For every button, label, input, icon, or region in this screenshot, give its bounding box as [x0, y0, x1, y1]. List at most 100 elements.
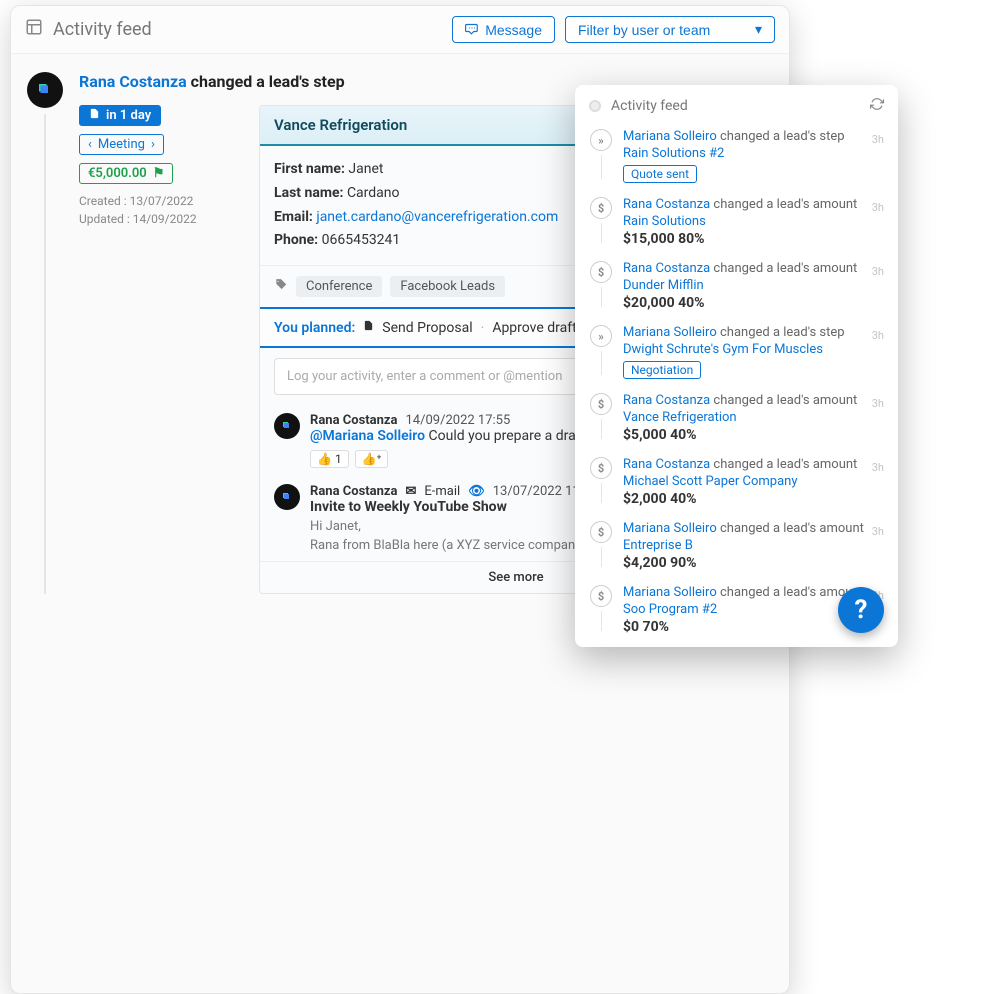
filter-label: Filter by user or team	[578, 22, 710, 38]
chevron-left-icon: ‹	[88, 137, 92, 152]
sidebar-title: Activity feed	[611, 98, 860, 114]
timeline-line	[601, 419, 602, 439]
first-name-value: Janet	[348, 161, 383, 177]
first-name-label: First name:	[274, 161, 345, 177]
feed-icon	[25, 18, 43, 41]
timeline-line	[601, 223, 602, 243]
help-button[interactable]: ?	[838, 587, 884, 633]
timeline-line	[44, 114, 46, 594]
feed-lead-link[interactable]: Rain Solutions	[623, 214, 884, 229]
eye-icon: 👁	[468, 484, 485, 499]
feed-item[interactable]: $ Mariana Solleiro changed a lead's amou…	[575, 511, 898, 575]
feed-user-link[interactable]: Mariana Solleiro	[623, 585, 717, 600]
node-column: $	[589, 393, 613, 443]
timeline-line	[601, 287, 602, 307]
add-reaction[interactable]: 👍⁺	[355, 450, 389, 468]
feed-user-link[interactable]: Rana Costanza	[623, 457, 710, 472]
feed-body: Rana Costanza changed a lead's amount Ra…	[623, 197, 884, 247]
mention-link[interactable]: @Mariana Solleiro	[310, 428, 425, 444]
feed-user-link[interactable]: Mariana Solleiro	[623, 521, 717, 536]
dollar-icon: $	[590, 197, 612, 219]
lead-user-link[interactable]: Rana Costanza	[79, 72, 187, 91]
feed-user-link[interactable]: Rana Costanza	[623, 261, 710, 276]
feed-action-text: changed a lead's step	[720, 129, 845, 144]
tag-facebook-leads[interactable]: Facebook Leads	[390, 276, 505, 297]
email-value[interactable]: janet.cardano@vancerefrigeration.com	[316, 209, 558, 225]
node-column: »	[589, 325, 613, 379]
node-column: »	[589, 129, 613, 183]
timeline-column	[27, 72, 63, 594]
step-icon: »	[590, 325, 612, 347]
planned-item-1[interactable]: Send Proposal	[382, 320, 472, 336]
feed-lead-link[interactable]: Michael Scott Paper Company	[623, 474, 884, 489]
timeline-start-node	[589, 100, 601, 112]
message-button[interactable]: Message	[452, 16, 555, 43]
feed-action-text: changed a lead's amount	[713, 197, 857, 212]
comment-author[interactable]: Rana Costanza	[310, 484, 398, 499]
last-name-label: Last name:	[274, 185, 343, 201]
feed-lead-link[interactable]: Entreprise B	[623, 538, 884, 553]
feed-body: Mariana Solleiro changed a lead's step D…	[623, 325, 884, 379]
feed-user-link[interactable]: Rana Costanza	[623, 197, 710, 212]
document-icon	[363, 319, 374, 336]
thumbs-up-reaction[interactable]: 👍 1	[310, 450, 349, 468]
comment-author[interactable]: Rana Costanza	[310, 413, 398, 428]
timeline-line	[601, 483, 602, 503]
feed-body: Mariana Solleiro changed a lead's step R…	[623, 129, 884, 183]
node-column: $	[589, 585, 613, 635]
feed-lead-link[interactable]: Dwight Schrute's Gym For Muscles	[623, 342, 884, 357]
amount-pill[interactable]: €5,000.00 ⚑	[79, 163, 173, 184]
amount-text: $4,200 90%	[623, 555, 884, 571]
amount-text: $5,000 40%	[623, 427, 884, 443]
email-label: Email:	[274, 209, 313, 225]
node-column: $	[589, 261, 613, 311]
phone-value: 0665453241	[322, 232, 401, 248]
meeting-pill[interactable]: ‹ Meeting ›	[79, 134, 164, 155]
feed-item[interactable]: » Mariana Solleiro changed a lead's step…	[575, 315, 898, 383]
document-icon	[89, 108, 100, 123]
flag-icon: ⚑	[153, 166, 165, 181]
feed-item[interactable]: $ Rana Costanza changed a lead's amount …	[575, 187, 898, 251]
tag-conference[interactable]: Conference	[296, 276, 382, 297]
comment-time: 14/09/2022 17:55	[406, 413, 511, 428]
dollar-icon: $	[590, 585, 612, 607]
activity-feed-header: Activity feed Message Filter by user or …	[11, 6, 789, 54]
node-column: $	[589, 197, 613, 247]
feed-user-link[interactable]: Rana Costanza	[623, 393, 710, 408]
dollar-icon: $	[590, 457, 612, 479]
due-label: in 1 day	[106, 108, 151, 123]
page-title: Activity feed	[53, 19, 442, 40]
comment-avatar[interactable]	[274, 484, 300, 510]
dollar-icon: $	[590, 261, 612, 283]
tag-icon	[274, 278, 288, 296]
feed-item[interactable]: $ Rana Costanza changed a lead's amount …	[575, 251, 898, 315]
feed-time: 3h	[872, 329, 884, 342]
feed-time: 3h	[872, 265, 884, 278]
filter-dropdown[interactable]: Filter by user or team ▾	[565, 16, 775, 43]
feed-action-text: changed a lead's amount	[713, 393, 857, 408]
feed-item[interactable]: $ Rana Costanza changed a lead's amount …	[575, 383, 898, 447]
node-column: $	[589, 521, 613, 571]
refresh-icon[interactable]	[870, 97, 884, 115]
dollar-icon: $	[590, 393, 612, 415]
amount-text: $2,000 40%	[623, 491, 884, 507]
feed-action-text: changed a lead's step	[720, 325, 845, 340]
feed-time: 3h	[872, 201, 884, 214]
comment-avatar[interactable]	[274, 413, 300, 439]
feed-lead-link[interactable]: Rain Solutions #2	[623, 146, 884, 161]
last-name-value: Cardano	[347, 185, 400, 201]
phone-label: Phone:	[274, 232, 318, 248]
feed-item[interactable]: $ Rana Costanza changed a lead's amount …	[575, 447, 898, 511]
user-avatar[interactable]	[27, 72, 63, 108]
chat-icon	[465, 21, 479, 38]
node-column: $	[589, 457, 613, 507]
feed-item[interactable]: » Mariana Solleiro changed a lead's step…	[575, 119, 898, 187]
feed-body: Mariana Solleiro changed a lead's amount…	[623, 521, 884, 571]
due-date-pill[interactable]: in 1 day	[79, 105, 161, 126]
feed-user-link[interactable]: Mariana Solleiro	[623, 129, 717, 144]
feed-lead-link[interactable]: Vance Refrigeration	[623, 410, 884, 425]
feed-action-text: changed a lead's amount	[713, 261, 857, 276]
feed-lead-link[interactable]: Dunder Mifflin	[623, 278, 884, 293]
meeting-label: Meeting	[98, 137, 145, 152]
feed-user-link[interactable]: Mariana Solleiro	[623, 325, 717, 340]
